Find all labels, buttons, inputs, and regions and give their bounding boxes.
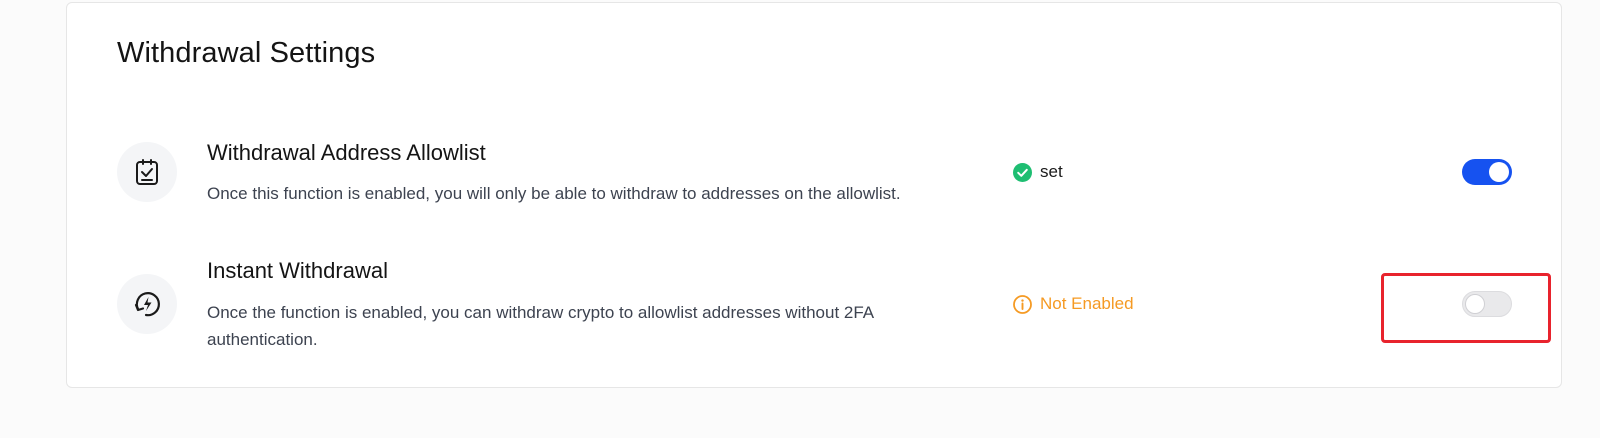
check-circle-icon [1013, 162, 1032, 182]
clipboard-check-icon [136, 159, 158, 185]
instant-withdrawal-status-label: Not Enabled [1040, 294, 1134, 313]
allowlist-title: Withdrawal Address Allowlist [207, 140, 486, 165]
allowlist-status-label: set [1040, 162, 1063, 181]
instant-withdraw-icon [134, 292, 160, 317]
highlight-box [1381, 273, 1551, 343]
instant-withdrawal-icon-container [117, 274, 177, 334]
allowlist-status: set [1013, 162, 1063, 182]
allowlist-description: Once this function is enabled, you will … [207, 184, 901, 203]
instant-withdrawal-description: Once the function is enabled, you can wi… [207, 303, 874, 349]
withdrawal-settings-card: Withdrawal Settings Withdrawal Address A… [66, 2, 1562, 388]
instant-withdrawal-status: Not Enabled [1013, 294, 1134, 314]
section-title: Withdrawal Settings [117, 37, 376, 69]
info-circle-icon [1013, 294, 1032, 314]
allowlist-toggle[interactable] [1462, 159, 1512, 185]
allowlist-icon-container [117, 142, 177, 202]
instant-withdrawal-title: Instant Withdrawal [207, 258, 388, 283]
toggle-knob [1489, 162, 1509, 182]
